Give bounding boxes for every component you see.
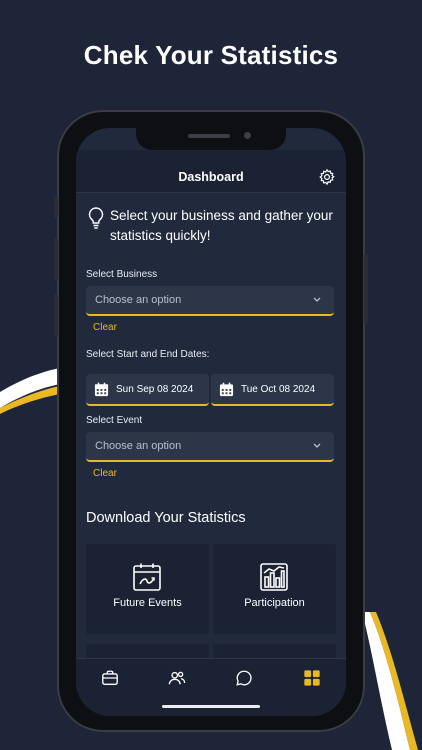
business-select[interactable]: Choose an option	[86, 286, 334, 316]
chat-icon[interactable]	[235, 669, 253, 687]
intro-text: Select your business and gather your sta…	[110, 208, 333, 243]
phone-side-button	[54, 196, 58, 218]
chevron-down-icon	[313, 443, 321, 448]
phone-notch	[136, 128, 286, 150]
event-select-placeholder: Choose an option	[95, 440, 182, 452]
participation-label: Participation	[244, 597, 305, 609]
gear-icon[interactable]	[318, 168, 336, 186]
headline: Chek Your Statistics	[83, 40, 339, 70]
business-label: Select Business	[86, 269, 158, 280]
grid-icon[interactable]	[303, 669, 321, 687]
briefcase-icon[interactable]	[101, 669, 119, 687]
calendar-trend-icon	[133, 563, 161, 591]
future-events-card[interactable]: Future Events	[86, 544, 209, 634]
business-select-placeholder: Choose an option	[95, 294, 182, 306]
statistics-card-partial[interactable]	[86, 644, 209, 658]
front-camera	[244, 132, 251, 139]
page-title: Dashboard	[178, 170, 244, 184]
start-date-picker[interactable]: Sun Sep 08 2024	[86, 374, 209, 406]
app-screen: Dashboard Select your business and gathe…	[76, 128, 346, 716]
start-date-value: Sun Sep 08 2024	[116, 384, 194, 395]
end-date-picker[interactable]: Tue Oct 08 2024	[211, 374, 334, 406]
speaker-grille	[188, 134, 230, 138]
calendar-icon	[94, 382, 109, 397]
bottom-nav	[76, 658, 346, 716]
event-clear-link[interactable]: Clear	[93, 468, 117, 479]
dates-label: Select Start and End Dates:	[86, 349, 210, 360]
future-events-label: Future Events	[113, 597, 182, 609]
business-clear-link[interactable]: Clear	[93, 322, 117, 333]
download-section-title: Download Your Statistics	[86, 510, 246, 526]
phone-power-button	[364, 254, 368, 324]
calendar-icon	[219, 382, 234, 397]
phone-volume-up	[54, 238, 58, 280]
users-icon[interactable]	[168, 669, 186, 687]
top-bar: Dashboard	[76, 150, 346, 193]
chevron-down-icon	[313, 297, 321, 302]
event-select[interactable]: Choose an option	[86, 432, 334, 462]
participation-card[interactable]: Participation	[213, 544, 336, 634]
bar-chart-icon	[260, 563, 288, 591]
phone-volume-down	[54, 294, 58, 336]
statistics-card-partial[interactable]	[213, 644, 336, 658]
lightbulb-icon	[88, 207, 104, 229]
event-label: Select Event	[86, 415, 143, 426]
home-indicator[interactable]	[162, 705, 260, 708]
end-date-value: Tue Oct 08 2024	[241, 384, 316, 395]
